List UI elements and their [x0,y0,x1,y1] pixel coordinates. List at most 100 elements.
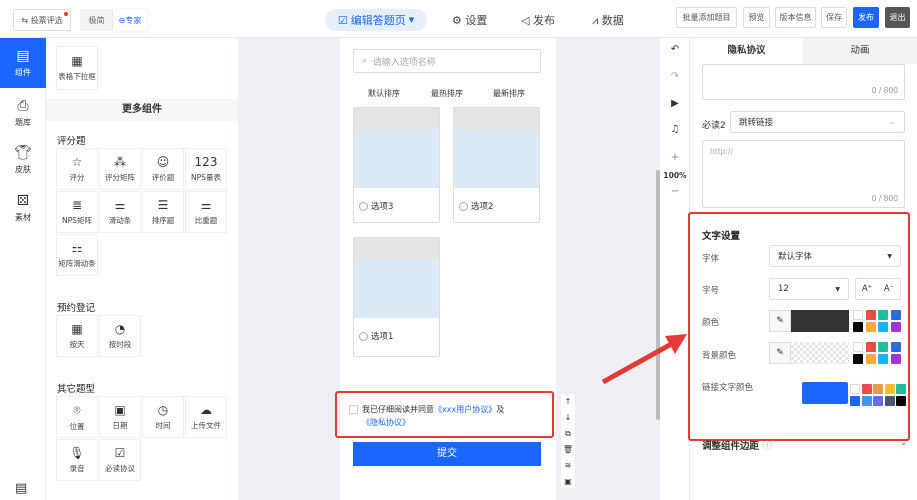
increase-font-button[interactable]: A⁺ [862,284,872,294]
privacy-link[interactable]: 《隐私协议》 [362,418,410,427]
mode-switch-button[interactable]: ⇆ 投票评选 [13,9,71,31]
color-swatch[interactable] [865,310,876,320]
color-swatch[interactable] [853,354,863,364]
agree-checkbox[interactable] [349,405,358,414]
color-swatch[interactable] [850,396,860,406]
step-publish[interactable]: ◁ 发布 [521,12,555,28]
save-button[interactable]: 保存 [821,7,847,28]
rail-item-library[interactable]: ⎙ 题库 [0,88,46,138]
layers-icon[interactable]: ≋ [561,458,575,474]
font-select[interactable]: 默认字体 ▼ [769,245,901,267]
color-swatch[interactable] [890,310,901,320]
color-swatch[interactable] [884,384,895,394]
color-swatch[interactable] [861,384,872,394]
color-swatch[interactable] [873,384,883,394]
exit-button[interactable]: 退出 [885,7,910,28]
eyedropper-icon[interactable]: ✎ [769,310,791,332]
step-edit[interactable]: ☑ 编辑答题页 ▼ [325,9,427,31]
tab-privacy[interactable]: 隐私协议 [690,38,803,64]
option-card[interactable]: 选项3 [353,107,440,223]
component-item[interactable]: ▣ 日期 [99,396,141,438]
required2-select[interactable]: 跳转链接 ⌄ [730,111,905,133]
color-swatch[interactable] [865,354,876,364]
step-data[interactable]: ⩘ 数据 [592,12,624,28]
music-icon[interactable]: ♫ [660,124,690,135]
version-info-button[interactable]: 版本信息 [775,7,816,28]
batch-add-button[interactable]: 批量添加题目 [676,7,737,28]
save-icon[interactable]: ▣ [561,474,575,490]
component-item[interactable]: ⚌ 比重题 [185,191,227,233]
color-swatch[interactable] [853,342,863,352]
component-item[interactable]: ◷ 时间 [142,396,184,438]
color-swatch[interactable] [853,322,863,332]
submit-button[interactable]: 提交 [353,442,541,466]
component-item[interactable]: ◔ 按时段 [99,315,141,357]
zoom-in-icon[interactable]: + [660,152,690,163]
component-item[interactable]: ⌾ 位置 [56,396,98,438]
color-swatch[interactable] [850,384,860,394]
tab-animation[interactable]: 动画 [803,38,917,64]
bg-color-swatch[interactable] [791,342,849,364]
color-swatch[interactable] [890,342,901,352]
text-color-swatch[interactable] [791,310,849,332]
expert-mode-tab[interactable]: ⊖ 专家 [113,9,147,31]
play-icon[interactable]: ▶ [660,98,690,109]
copy-icon[interactable]: ⧉ [561,426,575,442]
color-swatch[interactable] [865,342,876,352]
zoom-out-icon[interactable]: − [660,186,690,197]
decrease-font-button[interactable]: A⁻ [884,284,894,294]
radio[interactable] [459,201,468,211]
component-item[interactable]: ☺ 评价题 [142,148,184,190]
preview-button[interactable]: 预览 [743,7,770,28]
rail-item-materials[interactable]: ⚄ 素材 [0,183,46,233]
color-swatch[interactable] [896,396,906,406]
user-agreement-link[interactable]: 《xxx用户协议》 [434,405,496,414]
size-select[interactable]: 12 ▼ [769,278,849,300]
url-textarea[interactable]: http://0 / 800 [702,140,905,208]
simple-mode-tab[interactable]: 极简 [80,9,113,31]
agreement-textarea-1[interactable]: 0 / 800 [702,64,905,100]
color-swatch[interactable] [890,354,901,364]
option-card[interactable]: 选项1 [353,237,440,357]
component-item[interactable]: ☆ 评分 [56,148,98,190]
link-color-swatch[interactable] [802,382,848,404]
color-swatch[interactable] [878,354,888,364]
color-swatch[interactable] [878,342,888,352]
option-search-input[interactable]: ⌕ 请输入选项名称 [353,49,541,73]
component-item[interactable]: 🎙︎ 录音 [56,439,98,481]
sort-new[interactable]: 最新排序 [493,88,525,99]
delete-icon[interactable]: 🗑︎ [561,442,575,458]
option-card[interactable]: 选项2 [453,107,540,223]
color-swatch[interactable] [896,384,906,394]
component-item[interactable]: ≣ NPS矩阵 [56,191,98,233]
color-swatch[interactable] [878,322,888,332]
undo-icon[interactable]: ↶ [660,44,690,55]
redo-icon[interactable]: ↷ [660,71,690,82]
color-swatch[interactable] [884,396,895,406]
clipboard-icon[interactable]: ▤ [15,481,27,496]
color-swatch[interactable] [865,322,876,332]
margin-section-title[interactable]: 调整组件边距 ⓘ [702,438,772,452]
component-item[interactable]: ⚌ 滑动条 [99,191,141,233]
rail-item-components[interactable]: ▤ 组件 [0,38,46,88]
radio[interactable] [359,331,368,341]
component-item[interactable]: ⁂ 评分矩阵 [99,148,141,190]
publish-button[interactable]: 发布 [853,7,879,28]
component-item[interactable]: ☰ 排序题 [142,191,184,233]
sort-hot[interactable]: 最热排序 [431,88,463,99]
radio[interactable] [359,201,368,211]
color-swatch[interactable] [861,396,872,406]
chevron-down-icon[interactable]: ⌄ [900,438,908,448]
step-settings[interactable]: ⚙ 设置 [452,12,487,28]
component-item[interactable]: ▦ 按天 [56,315,98,357]
color-swatch[interactable] [873,396,883,406]
eyedropper-icon[interactable]: ✎ [769,342,791,364]
rail-item-skin[interactable]: 👕︎ 皮肤 [0,135,46,185]
color-swatch[interactable] [890,322,901,332]
sort-default[interactable]: 默认排序 [368,88,400,99]
component-item[interactable]: ☁ 上传文件 [185,396,227,438]
component-item[interactable]: 123 NPS量表 [185,148,227,190]
component-table-dropdown[interactable]: ▦ 表格下拉框 [56,46,98,90]
move-up-icon[interactable]: ↑ [561,394,575,410]
component-item[interactable]: ☑ 必读协议 [99,439,141,481]
